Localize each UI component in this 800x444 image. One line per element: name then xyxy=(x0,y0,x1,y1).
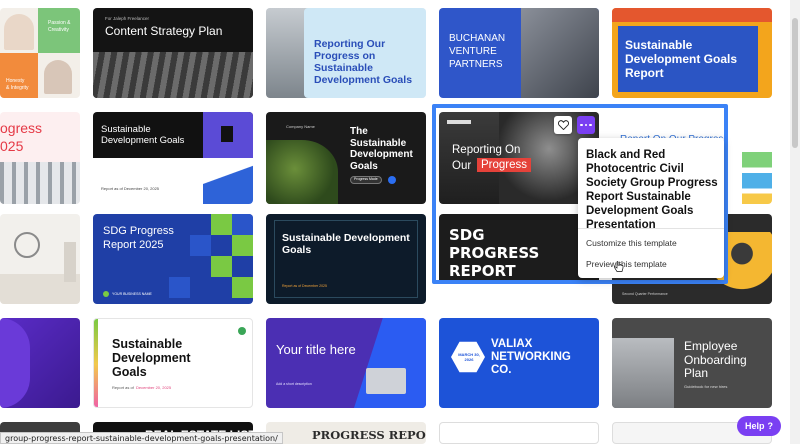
card-date: MARCH 30, 2026 xyxy=(458,352,480,362)
top-stripe xyxy=(612,8,772,22)
template-card-content-strategy[interactable]: For Jaleph Freelancer Content Strategy P… xyxy=(93,8,253,98)
orange-panel xyxy=(0,53,38,98)
card-date: Report as of December 20, 2025 xyxy=(101,186,160,191)
template-card-sustainable-forest[interactable]: Company Name The Sustainable Development… xyxy=(266,112,426,204)
card-title: Reporting Our Progress on Sustainable De… xyxy=(314,38,413,86)
person-photo xyxy=(44,60,72,94)
card-title: Sustainable Development Goals xyxy=(282,232,410,256)
card-title: Content Strategy Plan xyxy=(105,24,223,38)
logo-dot xyxy=(103,291,109,297)
logo-dot xyxy=(238,327,246,335)
card-title: Your title here xyxy=(276,342,356,357)
shelf xyxy=(64,242,76,282)
help-icon: ? xyxy=(767,421,774,431)
template-card-purple[interactable] xyxy=(0,318,80,408)
card-title: Sustainable Development Goals xyxy=(101,124,185,146)
card-date-value: December 20, 2025 xyxy=(136,385,172,390)
status-bar-url: group-progress-report-sustainable-develo… xyxy=(0,432,283,444)
template-card-onboarding[interactable]: Employee Onboarding Plan Guidebook for n… xyxy=(612,318,772,408)
more-options-button[interactable] xyxy=(577,116,595,134)
template-card-sdg-dark-teal[interactable]: Sustainable Development Goals Report as … xyxy=(266,214,426,304)
favorite-button[interactable] xyxy=(554,116,572,134)
card-title: 025 xyxy=(0,138,24,154)
logo-mark xyxy=(221,126,233,142)
mirror-shape xyxy=(14,232,40,258)
more-icon xyxy=(580,123,592,127)
card-title: Sustainable Development Goals Report xyxy=(625,38,738,80)
card-kicker: For Jaleph Freelancer xyxy=(105,16,150,21)
desk-photo xyxy=(612,338,674,408)
popup-title: Black and Red Photocentric Civil Society… xyxy=(586,149,718,231)
card-title: PROGRESS REPORT xyxy=(312,428,426,442)
laptop-photo xyxy=(366,368,406,394)
template-card-progress-2025[interactable]: ogress 025 xyxy=(0,112,80,204)
card-title: VENTURE xyxy=(449,46,497,57)
preview-template-item[interactable]: Preview this template xyxy=(586,259,667,269)
card-title: ogress xyxy=(0,120,43,136)
cursor-hand-icon xyxy=(614,260,624,278)
customize-template-item[interactable]: Customize this template xyxy=(586,238,677,248)
scrollbar-thumb[interactable] xyxy=(792,18,798,148)
forest-photo xyxy=(266,140,338,204)
help-label: Help xyxy=(744,421,765,431)
template-card-sdg-white[interactable]: Sustainable Development Goals Report as … xyxy=(93,318,253,408)
building-photo xyxy=(0,162,80,204)
template-card-sdg-dark[interactable]: Sustainable Development Goals Report as … xyxy=(93,112,253,204)
shape xyxy=(0,318,30,408)
template-card-valiax[interactable]: MARCH 30, 2026 VALIAX NETWORKING CO. xyxy=(439,318,599,408)
template-gallery: Passion & Creativity Honesty & Integrity… xyxy=(0,0,800,444)
person-photo xyxy=(4,14,34,50)
button-label: Progress Made xyxy=(354,177,378,181)
template-card-sdg-progress-report[interactable]: SDG Progress Report 2025 YOUR BUSINESS N… xyxy=(93,214,253,304)
template-card-your-title[interactable]: Your title here Add a short description xyxy=(266,318,426,408)
template-card-interior[interactable] xyxy=(0,214,80,304)
grid-block xyxy=(211,256,232,277)
template-card-progress-report[interactable]: PROGRESS REPORT xyxy=(266,422,426,444)
card-sub: Add a short description xyxy=(276,382,312,386)
grid-block xyxy=(232,214,253,235)
divider xyxy=(578,228,724,229)
grid-block xyxy=(232,235,253,256)
template-card-reporting-progress[interactable]: Reporting Our Progress on Sustainable De… xyxy=(304,8,426,98)
card-title: Employee Onboarding Plan xyxy=(684,339,747,380)
card-sub: Guidebook for new hires xyxy=(684,384,728,389)
heart-icon xyxy=(557,120,569,130)
value-text: Honesty xyxy=(6,78,25,84)
card-title: BUCHANAN xyxy=(449,33,506,44)
grid-block xyxy=(211,214,232,235)
card-title: SDG Progress Report 2025 xyxy=(103,225,174,251)
help-button[interactable]: Help ? xyxy=(737,416,781,436)
card-title: Sustainable Development Goals xyxy=(112,337,191,379)
card-date-label: Report as of xyxy=(112,385,134,390)
template-card-buchanan[interactable]: BUCHANAN VENTURE PARTNERS xyxy=(439,8,599,98)
template-card-partial[interactable] xyxy=(439,422,599,444)
card-footer: YOUR BUSINESS NAME xyxy=(112,292,152,296)
card-title: VALIAX NETWORKING CO. xyxy=(491,338,571,376)
template-card-sdg-report[interactable]: Sustainable Development Goals Report xyxy=(612,8,772,98)
color-blocks xyxy=(742,152,772,204)
grid-block xyxy=(169,277,190,298)
card-sub: Report as of December 2025 xyxy=(282,284,327,288)
card-sub: Second Quarter Performance xyxy=(622,292,668,296)
value-text: Creativity xyxy=(48,27,69,33)
color-strip xyxy=(94,319,98,407)
grid-block xyxy=(232,277,253,298)
escalator-photo xyxy=(93,52,253,98)
template-card-values[interactable]: Passion & Creativity Honesty & Integrity xyxy=(0,8,80,98)
value-text: Passion & xyxy=(48,20,71,26)
team-photo xyxy=(521,8,599,98)
card-title: The Sustainable Development Goals xyxy=(350,126,413,172)
blue-wedge xyxy=(203,158,253,204)
vertical-scrollbar[interactable] xyxy=(790,0,800,444)
blue-shape xyxy=(354,318,426,408)
template-options-popup: Black and Red Photocentric Civil Society… xyxy=(578,138,724,278)
arrow-button xyxy=(388,176,396,184)
grid-block xyxy=(190,235,211,256)
value-text: & Integrity xyxy=(6,85,29,91)
card-title: PARTNERS xyxy=(449,59,503,70)
brand-text: Company Name xyxy=(286,124,315,129)
